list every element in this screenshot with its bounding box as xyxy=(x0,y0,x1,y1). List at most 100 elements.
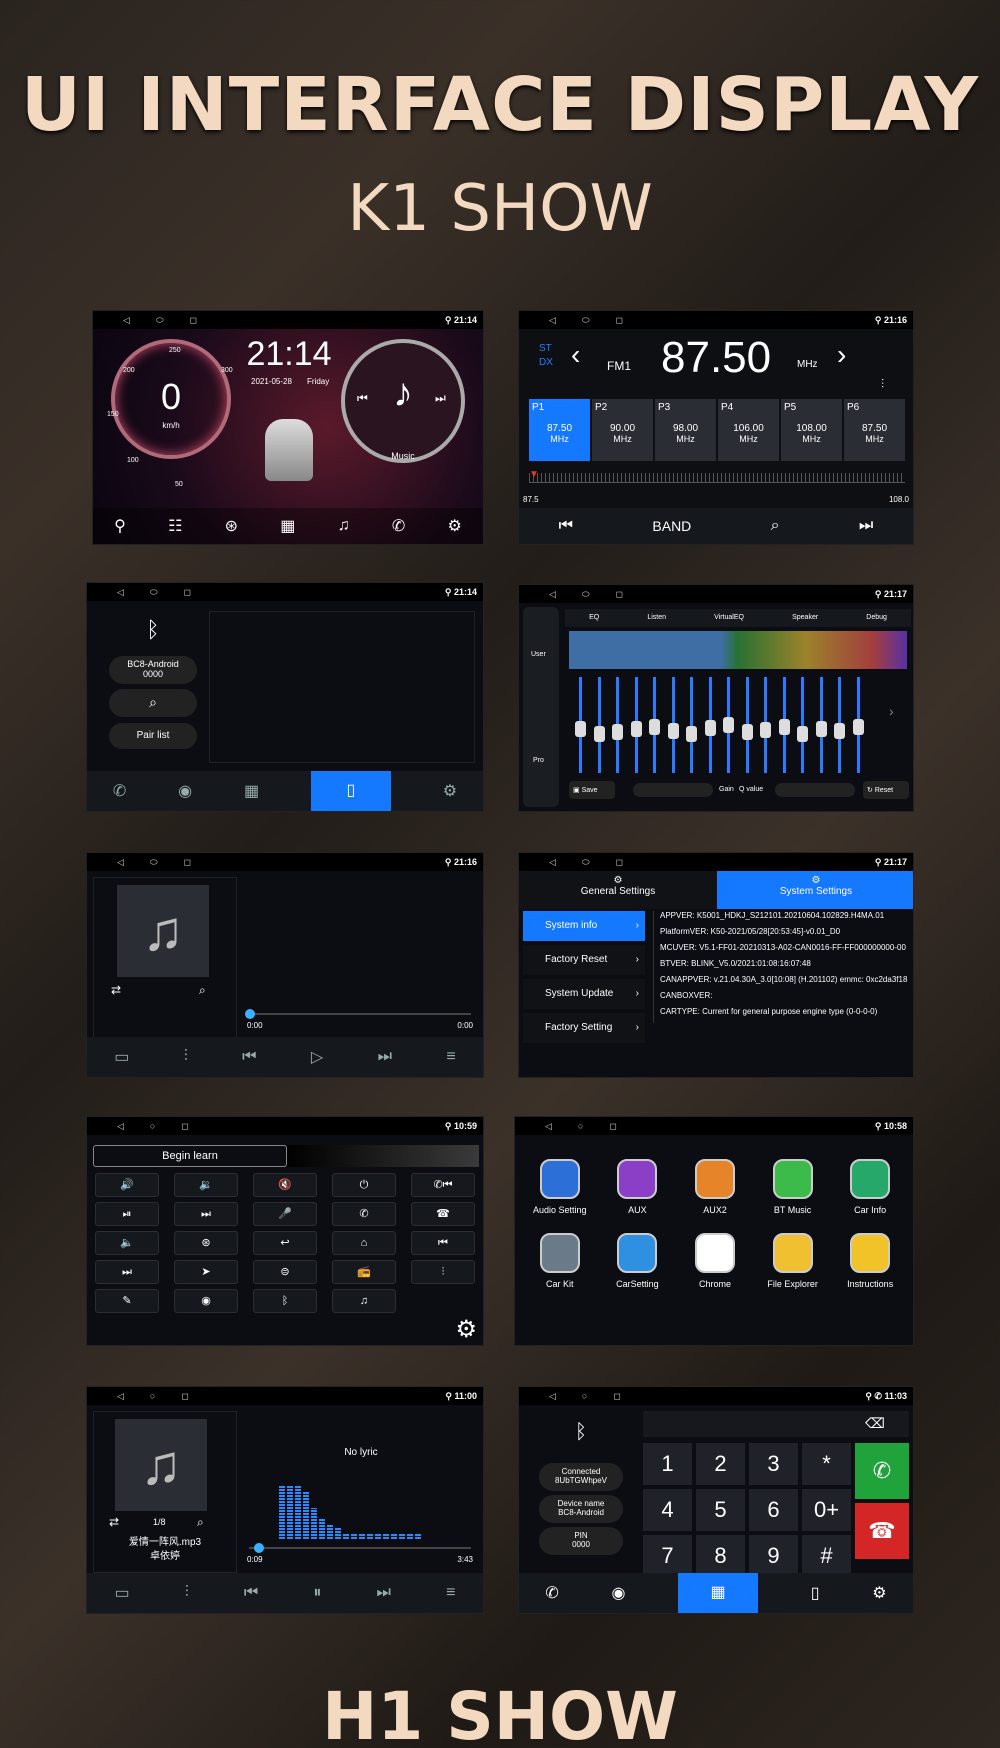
eq-icon[interactable]: ⫶ xyxy=(881,377,884,392)
playlist-icon[interactable]: ≡ xyxy=(446,1048,455,1066)
eq-icon[interactable]: ⫶ xyxy=(184,1048,188,1066)
mute-icon[interactable]: 🔇 xyxy=(253,1173,317,1197)
home-icon[interactable]: ○ xyxy=(582,1391,587,1402)
app-aux2[interactable]: AUX2 xyxy=(676,1159,754,1215)
search-icon[interactable]: ⌕ xyxy=(197,1515,204,1530)
tab-devices[interactable]: ▯ xyxy=(310,771,391,811)
app-instructions[interactable]: Instructions xyxy=(831,1233,909,1289)
menu-item-system-info[interactable]: System info › xyxy=(523,911,645,941)
answer-icon[interactable]: ✆ xyxy=(332,1202,396,1226)
recent-icon[interactable]: ◻ xyxy=(181,1391,188,1402)
next-icon[interactable]: ⏭ xyxy=(435,391,446,406)
key-7[interactable]: 7 xyxy=(643,1535,692,1577)
dialpad-icon[interactable]: ▦ xyxy=(244,781,259,801)
band-button[interactable]: BAND xyxy=(652,518,691,534)
settings-icon[interactable]: ⚙ xyxy=(455,1315,477,1344)
call-log-icon[interactable]: ✆ xyxy=(545,1583,558,1603)
eq-slider-knob[interactable] xyxy=(797,726,808,743)
home-icon[interactable]: ⬭ xyxy=(582,315,590,326)
app-chrome[interactable]: Chrome xyxy=(676,1233,754,1289)
recent-icon[interactable]: ◻ xyxy=(184,857,191,868)
eq-slider-track[interactable] xyxy=(801,677,804,773)
back-icon[interactable]: ◁ xyxy=(549,589,556,600)
eq-slider-knob[interactable] xyxy=(778,718,790,735)
tab-dialpad[interactable]: ▦ xyxy=(678,1573,759,1613)
eq-slider-knob[interactable] xyxy=(723,716,734,733)
recent-icon[interactable]: ◻ xyxy=(613,1391,620,1402)
progress-knob[interactable] xyxy=(245,1009,255,1019)
next-icon[interactable]: ⏭ xyxy=(95,1260,159,1284)
hangup-button[interactable]: ☎ xyxy=(855,1503,909,1559)
back-icon[interactable]: ◁ xyxy=(549,315,556,326)
back-icon[interactable]: ◁ xyxy=(549,1391,556,1402)
back-icon[interactable]: ◁ xyxy=(117,1121,124,1132)
key-5[interactable]: 5 xyxy=(696,1489,745,1531)
key-3[interactable]: 3 xyxy=(749,1443,798,1485)
eq-slider-knob[interactable] xyxy=(575,721,586,738)
home-icon[interactable]: ⬭ xyxy=(582,589,590,600)
seek-prev-icon[interactable]: ‹ xyxy=(571,339,580,371)
playlist-icon[interactable]: ≡ xyxy=(446,1584,455,1602)
seek-next-icon[interactable]: › xyxy=(837,339,846,371)
settings-icon[interactable]: ⚙ xyxy=(872,1583,886,1603)
key-1[interactable]: 1 xyxy=(643,1443,692,1485)
home-icon[interactable]: ⬭ xyxy=(150,857,158,868)
hangup-icon[interactable]: ☎ xyxy=(411,1202,475,1226)
eq-slider-knob[interactable] xyxy=(649,718,660,735)
speaker-icon[interactable]: 🔈 xyxy=(95,1231,159,1255)
app-carsetting[interactable]: CarSetting xyxy=(599,1233,677,1289)
prev-station-icon[interactable]: ⏮ xyxy=(559,517,573,535)
preset-1[interactable]: P1 87.50 MHz xyxy=(529,399,590,461)
home-icon[interactable]: ⬭ xyxy=(156,315,164,326)
back-icon[interactable]: ◁ xyxy=(545,1121,552,1132)
eq-slider-knob[interactable] xyxy=(612,724,623,741)
eq-slider-knob[interactable] xyxy=(704,720,716,737)
tab-speaker[interactable]: Speaker xyxy=(792,609,818,627)
key-0+[interactable]: 0+ xyxy=(802,1489,851,1531)
recent-icon[interactable]: ◻ xyxy=(181,1121,188,1132)
key-9[interactable]: 9 xyxy=(749,1535,798,1577)
home-icon[interactable]: ⬭ xyxy=(582,857,590,868)
menu-item-system-update[interactable]: System Update › xyxy=(523,979,645,1009)
edit-icon[interactable]: ✎ xyxy=(95,1289,159,1313)
app-audio-setting[interactable]: Audio Setting xyxy=(521,1159,599,1215)
app-file-explorer[interactable]: File Explorer xyxy=(754,1233,832,1289)
eq-slider-knob[interactable] xyxy=(834,723,845,740)
prev-icon[interactable]: ⏮ xyxy=(242,1048,256,1066)
progress-knob[interactable] xyxy=(254,1543,264,1553)
eq-slider-knob[interactable] xyxy=(593,726,605,743)
tab-general-settings[interactable]: ⚙ General Settings xyxy=(519,871,717,909)
next-icon[interactable]: ⏭ xyxy=(378,1048,392,1066)
devices-icon[interactable]: ▯ xyxy=(811,1583,820,1603)
key-8[interactable]: 8 xyxy=(696,1535,745,1577)
call-prev-icon[interactable]: ✆⏮ xyxy=(411,1173,475,1197)
settings-icon[interactable]: ⚙ xyxy=(448,516,462,536)
preset-6[interactable]: P6 87.50 MHz xyxy=(844,399,905,461)
tuning-scale[interactable] xyxy=(529,473,905,483)
prev-icon[interactable]: ⏮ xyxy=(411,1231,475,1255)
eq-slider-knob[interactable] xyxy=(630,721,642,738)
key-*[interactable]: * xyxy=(802,1443,851,1485)
app-car-info[interactable]: Car Info xyxy=(831,1159,909,1215)
vol-down-icon[interactable]: 🔉 xyxy=(174,1173,238,1197)
play-pause-icon[interactable]: ⏯ xyxy=(95,1202,159,1226)
app-car-kit[interactable]: Car Kit xyxy=(521,1233,599,1289)
camera-icon[interactable]: ⊛ xyxy=(174,1231,238,1255)
search-icon[interactable]: ⌕ xyxy=(771,517,780,535)
preset-5[interactable]: P5 108.00 MHz xyxy=(781,399,842,461)
key-6[interactable]: 6 xyxy=(749,1489,798,1531)
recent-icon[interactable]: ◻ xyxy=(616,315,623,326)
folder-icon[interactable]: ▭ xyxy=(115,1583,130,1603)
recent-icon[interactable]: ◻ xyxy=(609,1121,616,1132)
app-aux[interactable]: AUX xyxy=(599,1159,677,1215)
eq-icon[interactable]: ⫶ xyxy=(185,1584,189,1602)
repeat-icon[interactable]: ⇄ xyxy=(111,983,121,997)
play-icon[interactable]: ▷ xyxy=(311,1047,323,1067)
eq-slider-track[interactable] xyxy=(690,677,693,773)
eq-slider-knob[interactable] xyxy=(667,723,679,740)
menu-item-factory-setting[interactable]: Factory Setting › xyxy=(523,1013,645,1043)
eq-slider-knob[interactable] xyxy=(741,724,753,741)
home-icon[interactable]: ⬭ xyxy=(150,587,158,598)
phone-icon[interactable]: ✆ xyxy=(392,516,405,536)
recent-icon[interactable]: ◻ xyxy=(616,857,623,868)
